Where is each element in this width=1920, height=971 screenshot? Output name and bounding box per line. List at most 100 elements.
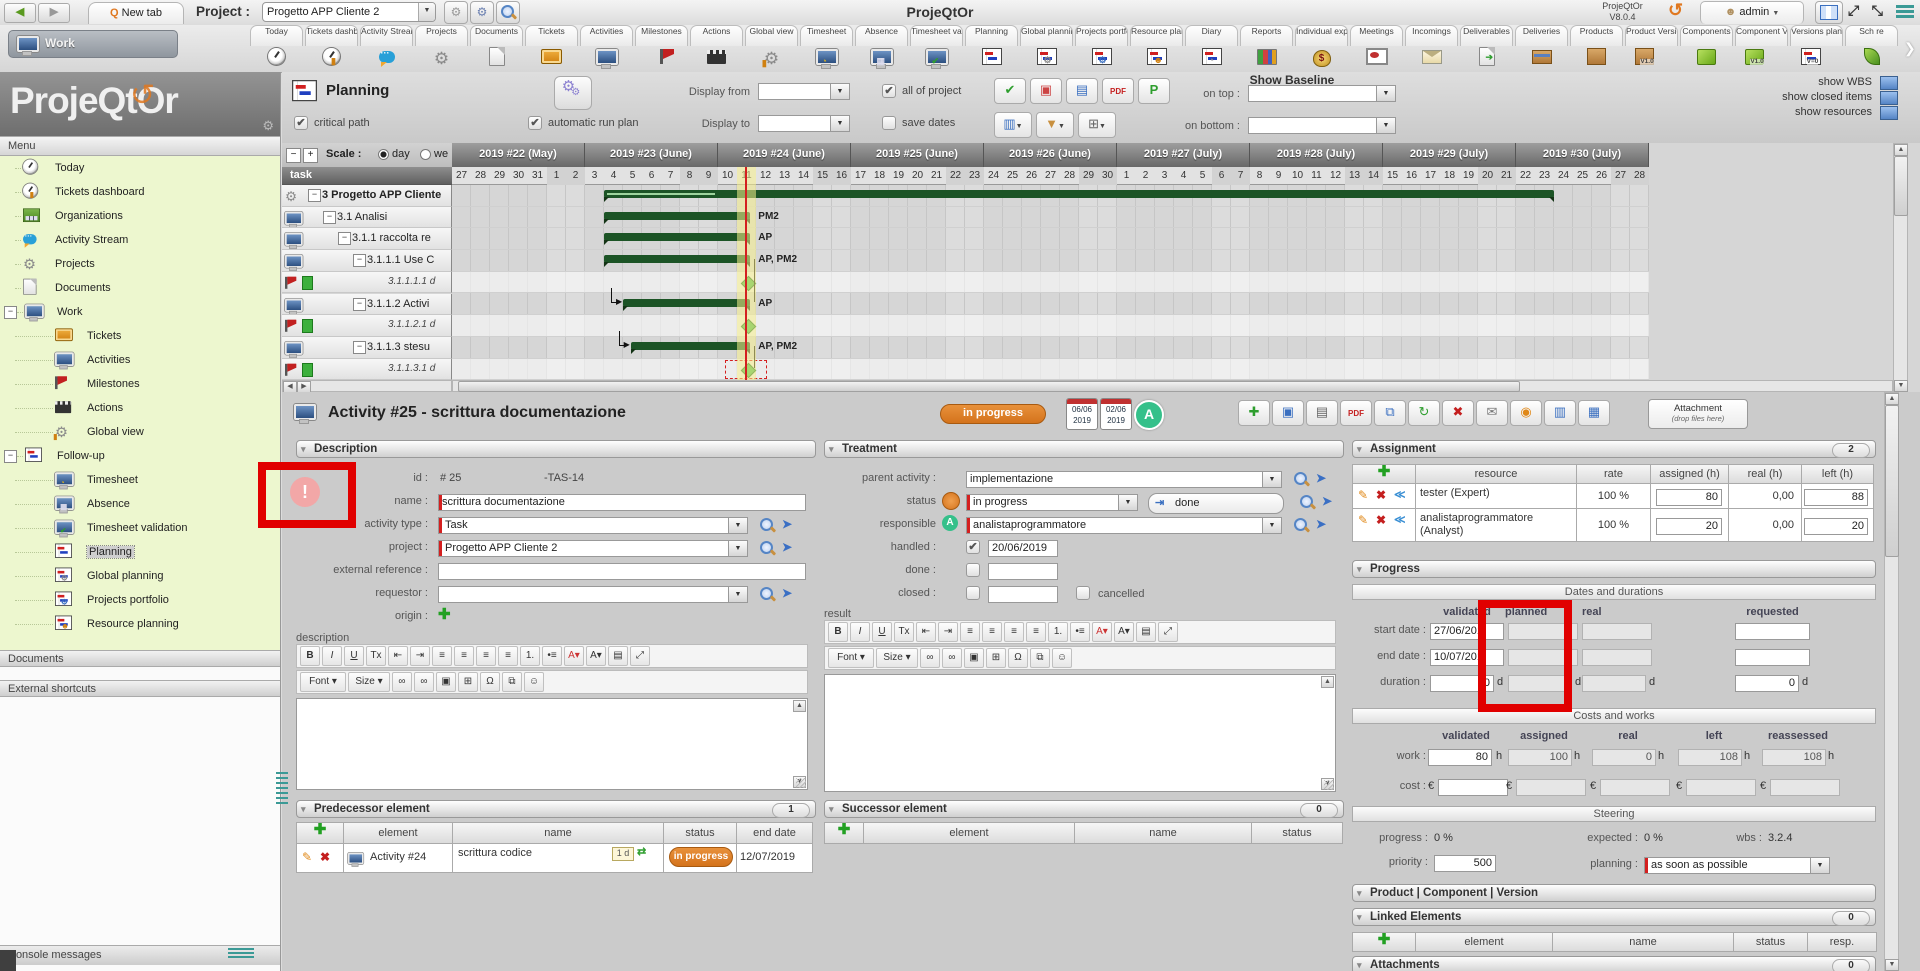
toolbar-tab-incomings[interactable]: Incomings xyxy=(1404,25,1459,70)
resize-handle-icon[interactable] xyxy=(796,778,806,788)
menu-panel-header[interactable]: Menu xyxy=(0,136,280,156)
editor-background-color-icon[interactable]: A▾ xyxy=(586,646,606,666)
sidebar-item-tickets[interactable]: Tickets xyxy=(0,324,280,348)
cost-assigned-field[interactable] xyxy=(1516,779,1586,796)
goto-icon[interactable]: ➤ xyxy=(782,540,800,556)
rss-icon[interactable]: ◉ xyxy=(1510,400,1542,426)
toolbar-tab-sch-re[interactable]: Sch re xyxy=(1844,25,1899,70)
show-wbs-toggle-icon[interactable] xyxy=(1880,76,1898,90)
delete-icon[interactable]: ✖ xyxy=(1376,488,1386,502)
requestor-select[interactable]: ▼ xyxy=(438,586,748,603)
goto-icon[interactable]: ➤ xyxy=(782,517,800,533)
cancelled-checkbox[interactable] xyxy=(1076,586,1090,600)
section-assignment[interactable]: Assignment2 xyxy=(1352,440,1876,458)
filter-icon[interactable]: ▼▼ xyxy=(1036,112,1074,138)
editor-align-justify-icon[interactable]: ≡ xyxy=(498,646,518,666)
editor-indent-icon[interactable]: ⇥ xyxy=(938,622,958,642)
work-assigned-field[interactable]: 100 xyxy=(1508,749,1572,766)
toolbar-tab-planning[interactable]: Planning xyxy=(964,25,1019,70)
all-of-project-checkbox[interactable]: ✔ xyxy=(882,84,896,98)
editor-link-icon[interactable]: ∞ xyxy=(392,672,412,692)
scroll-right-icon[interactable]: ▶ xyxy=(297,381,311,392)
edit-icon[interactable]: ✎ xyxy=(302,850,312,864)
scroll-up-icon[interactable]: ▲ xyxy=(1885,393,1899,405)
gantt-task-row[interactable]: ⚙−3 Progetto APP Cliente xyxy=(282,185,452,207)
gantt-task-row[interactable]: 3.1.1.1.1 d xyxy=(282,272,452,294)
editor-italic-icon[interactable]: I xyxy=(850,622,870,642)
origin-add-icon[interactable]: ✚ xyxy=(438,608,451,622)
closed-date-field[interactable] xyxy=(988,586,1058,603)
section-description[interactable]: Description xyxy=(296,440,816,458)
calendar-date-icon[interactable]: 02/062019 xyxy=(1100,398,1132,430)
editor-table-icon[interactable]: ⊞ xyxy=(986,648,1006,668)
editor-align-left-icon[interactable]: ≡ xyxy=(432,646,452,666)
toolbar-tab-global-planning[interactable]: Global planning⚙ xyxy=(1019,25,1074,70)
zoom-in-icon[interactable]: + xyxy=(303,148,318,163)
scroll-up-icon[interactable]: ▲ xyxy=(1894,144,1908,156)
gantt-task-row[interactable]: −3.1.1.2 Activi xyxy=(282,294,452,316)
section-progress[interactable]: Progress xyxy=(1352,560,1876,578)
validate-planning-icon[interactable]: ✔ xyxy=(994,78,1026,104)
editor-image-icon[interactable]: ▣ xyxy=(436,672,456,692)
show-closed-toggle-icon[interactable] xyxy=(1880,91,1898,105)
sidebar-item-timesheet-validation[interactable]: ✔Timesheet validation xyxy=(0,516,280,540)
editor-numbered-list-icon[interactable]: 1. xyxy=(1048,622,1068,642)
search-icon[interactable] xyxy=(1292,471,1310,487)
auto-run-plan-checkbox[interactable]: ✔ xyxy=(528,116,542,130)
toolbar-tab-documents[interactable]: Documents xyxy=(469,25,524,70)
section-linked-elements[interactable]: Linked Elements0 xyxy=(1352,908,1876,926)
baseline-on-bottom-select[interactable]: ▼ xyxy=(1248,117,1396,134)
toolbar-tab-absence[interactable]: Absence▦ xyxy=(854,25,909,70)
editor-print-icon[interactable]: ▤ xyxy=(1136,622,1156,642)
documents-panel-header[interactable]: Documents xyxy=(0,650,280,667)
collapse-expander-icon[interactable]: − xyxy=(4,306,17,319)
sidebar-item-activities[interactable]: Activities xyxy=(0,348,280,372)
editor-print-icon[interactable]: ▤ xyxy=(608,646,628,666)
editor-paste-icon[interactable]: ⧉ xyxy=(502,672,522,692)
status-select[interactable]: in progress▼ xyxy=(966,494,1138,511)
scroll-up-icon[interactable]: ▲ xyxy=(793,700,806,712)
back-icon[interactable]: ◀ xyxy=(4,3,36,23)
toolbar-tab-activities[interactable]: Activities xyxy=(579,25,634,70)
toolbar-tab-today[interactable]: Today xyxy=(249,25,304,70)
work-validated-field[interactable]: 80 xyxy=(1428,749,1492,766)
console-grip-handle[interactable] xyxy=(228,948,254,959)
search-icon[interactable] xyxy=(496,1,520,24)
search-icon[interactable] xyxy=(1292,517,1310,533)
search-icon[interactable] xyxy=(758,540,776,556)
chevron-down-icon[interactable]: ▼ xyxy=(1262,517,1282,534)
expand-icon[interactable]: ⤢ xyxy=(1848,2,1859,19)
editor-maximize-icon[interactable]: ⤢ xyxy=(630,646,650,666)
editor-bold-icon[interactable]: B xyxy=(300,646,320,666)
share-icon[interactable]: ≪ xyxy=(1394,488,1406,501)
goto-icon[interactable]: ➤ xyxy=(1322,494,1340,510)
editor-font-select[interactable]: Font ▾ xyxy=(828,648,874,668)
result-editor-textarea[interactable]: ▲▼ xyxy=(824,674,1336,792)
editor-link-icon[interactable]: ∞ xyxy=(920,648,940,668)
sidebar-item-organizations[interactable]: Organizations xyxy=(0,204,280,228)
gantt-bar[interactable] xyxy=(604,233,750,241)
editor-size-select[interactable]: Size ▾ xyxy=(876,648,918,668)
editor-outdent-icon[interactable]: ⇤ xyxy=(916,622,936,642)
sidebar-item-global-planning[interactable]: ⚙Global planning xyxy=(0,564,280,588)
chevron-down-icon[interactable]: ▼ xyxy=(728,540,748,557)
editor-font-select[interactable]: Font ▾ xyxy=(300,672,346,692)
description-editor-textarea[interactable]: ▲▼ xyxy=(296,698,808,790)
section-product-component-version[interactable]: Product | Component | Version xyxy=(1352,884,1876,902)
cost-reassessed-field[interactable] xyxy=(1770,779,1840,796)
work-real-field[interactable]: 0 xyxy=(1592,749,1656,766)
editor-table-icon[interactable]: ⊞ xyxy=(458,672,478,692)
gantt-bar[interactable] xyxy=(604,255,750,263)
add-icon[interactable]: ✚ xyxy=(1238,400,1270,426)
scroll-left-icon[interactable]: ◀ xyxy=(283,381,297,392)
gantt-task-row[interactable]: −3.1.1.1 Use C xyxy=(282,250,452,272)
toolbar-tab-projects-portfolio[interactable]: Projects portfolio⚙ xyxy=(1074,25,1129,70)
chevron-down-icon[interactable]: ▼ xyxy=(728,586,748,603)
toolbar-tab-projects[interactable]: Projects⚙ xyxy=(414,25,469,70)
zoom-out-icon[interactable]: − xyxy=(286,148,301,163)
baseline-on-top-select[interactable]: ▼ xyxy=(1248,85,1396,102)
sidebar-item-milestones[interactable]: Milestones xyxy=(0,372,280,396)
editor-background-color-icon[interactable]: A▾ xyxy=(1114,622,1134,642)
display-from-select[interactable]: ▼ xyxy=(758,83,850,100)
critical-path-checkbox[interactable]: ✔ xyxy=(294,116,308,130)
